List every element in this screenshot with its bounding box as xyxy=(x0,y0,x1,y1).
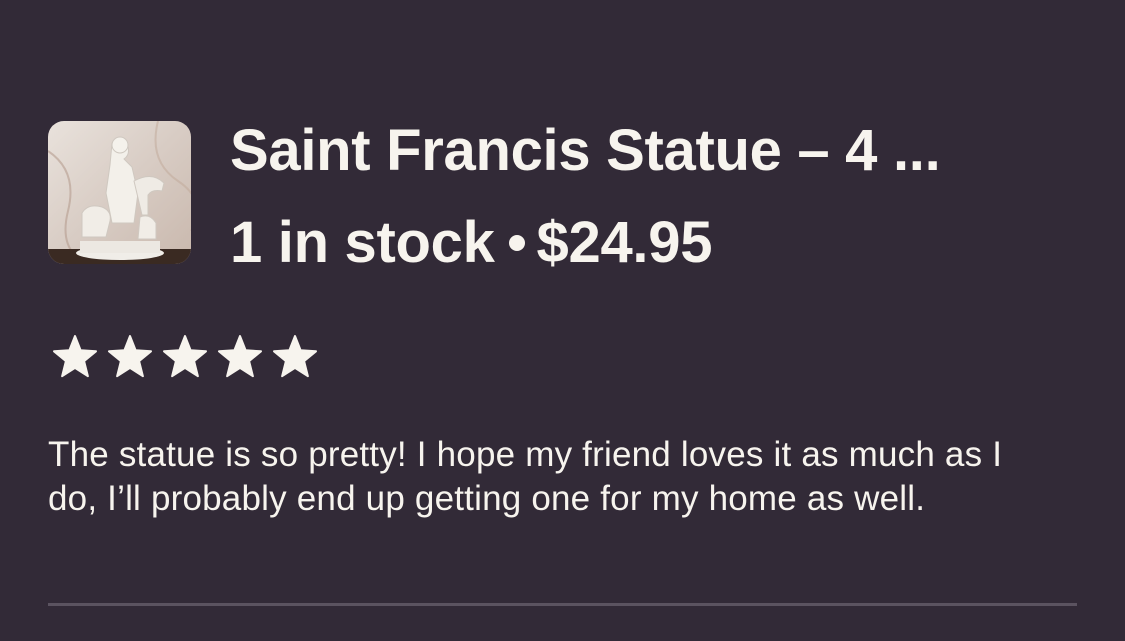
review-text: The statue is so pretty! I hope my frien… xyxy=(48,435,1003,518)
product-summary[interactable]: Saint Francis Statue – 4 ... 1 in stock $… xyxy=(48,106,1088,278)
star-icon xyxy=(217,334,263,380)
star-icon xyxy=(272,334,318,380)
bullet-separator xyxy=(508,234,525,251)
product-title[interactable]: Saint Francis Statue – 4 ... xyxy=(230,112,1070,190)
product-price: $24.95 xyxy=(536,210,713,275)
star-icon xyxy=(107,334,153,380)
stock-status: 1 in stock xyxy=(230,210,495,275)
divider xyxy=(48,603,1077,606)
product-meta: 1 in stock $24.95 xyxy=(230,204,712,282)
star-icon xyxy=(52,334,98,380)
star-icon xyxy=(162,334,208,380)
product-thumbnail[interactable] xyxy=(48,121,191,264)
statue-image xyxy=(48,121,191,264)
star-rating xyxy=(52,334,318,380)
